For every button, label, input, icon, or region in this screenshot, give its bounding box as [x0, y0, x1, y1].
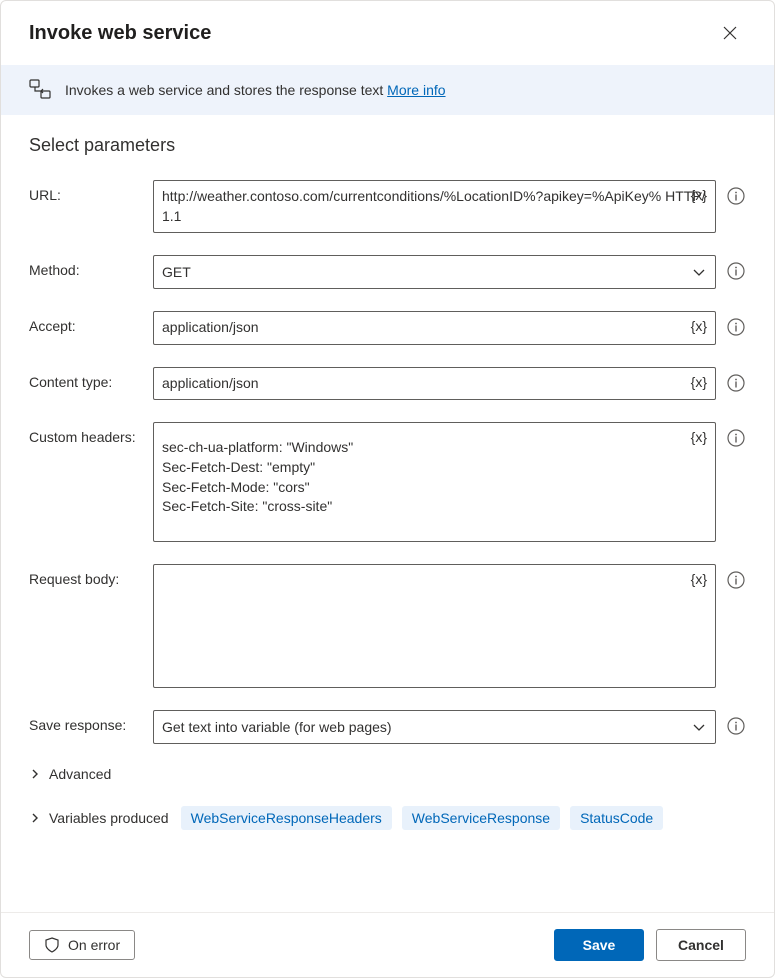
help-icon-accept[interactable]	[726, 317, 746, 337]
info-icon	[727, 429, 745, 447]
save-response-select[interactable]: Get text into variable (for web pages)	[153, 710, 716, 744]
info-text: Invokes a web service and stores the res…	[65, 82, 383, 98]
dialog: Invoke web service Invokes a web service…	[0, 0, 775, 978]
custom-headers-input[interactable]: sec-ch-ua-platform: "Windows" Sec-Fetch-…	[153, 422, 716, 542]
method-select[interactable]: GET	[153, 255, 716, 289]
request-body-value	[154, 566, 715, 686]
help-icon-custom-headers[interactable]	[726, 428, 746, 448]
chip-response-headers[interactable]: WebServiceResponseHeaders	[181, 806, 392, 830]
request-body-input[interactable]: {x}	[153, 564, 716, 688]
variables-produced-label: Variables produced	[49, 810, 169, 826]
label-save-response: Save response:	[29, 710, 153, 733]
chevron-right-icon	[29, 812, 41, 824]
row-save-response: Save response: Get text into variable (f…	[29, 710, 746, 744]
label-accept: Accept:	[29, 311, 153, 334]
help-icon-request-body[interactable]	[726, 570, 746, 590]
info-icon	[727, 571, 745, 589]
save-button[interactable]: Save	[554, 929, 644, 961]
advanced-expander[interactable]: Advanced	[29, 766, 746, 782]
row-method: Method: GET	[29, 255, 746, 289]
help-icon-content-type[interactable]	[726, 373, 746, 393]
custom-headers-value: sec-ch-ua-platform: "Windows" Sec-Fetch-…	[154, 432, 715, 532]
variable-picker-button[interactable]: {x}	[689, 427, 709, 447]
chevron-right-icon	[29, 768, 41, 780]
row-content-type: Content type: application/json {x}	[29, 367, 746, 401]
url-input[interactable]: http://weather.contoso.com/currentcondit…	[153, 180, 716, 233]
info-icon	[727, 262, 745, 280]
info-icon	[727, 318, 745, 336]
content-type-input[interactable]: application/json {x}	[153, 367, 716, 401]
variables-chips: WebServiceResponseHeaders WebServiceResp…	[181, 806, 664, 830]
more-info-link[interactable]: More info	[387, 82, 445, 98]
info-text-container: Invokes a web service and stores the res…	[65, 82, 446, 98]
info-banner: Invokes a web service and stores the res…	[1, 65, 774, 115]
variable-picker-button[interactable]: {x}	[689, 372, 709, 392]
variable-picker-button[interactable]: {x}	[689, 316, 709, 336]
help-icon-save-response[interactable]	[726, 716, 746, 736]
variable-picker-button[interactable]: {x}	[689, 569, 709, 589]
dialog-footer: On error Save Cancel	[1, 912, 774, 977]
label-custom-headers: Custom headers:	[29, 422, 153, 445]
variable-picker-button[interactable]: {x}	[689, 185, 709, 205]
chevron-down-icon	[691, 719, 707, 735]
section-title: Select parameters	[29, 135, 746, 156]
method-value: GET	[162, 264, 691, 280]
help-icon-method[interactable]	[726, 261, 746, 281]
shield-icon	[44, 937, 60, 953]
label-method: Method:	[29, 255, 153, 278]
label-url: URL:	[29, 180, 153, 203]
on-error-button[interactable]: On error	[29, 930, 135, 960]
advanced-label: Advanced	[49, 766, 111, 782]
close-icon	[723, 26, 737, 40]
help-icon-url[interactable]	[726, 186, 746, 206]
info-icon	[727, 717, 745, 735]
row-url: URL: http://weather.contoso.com/currentc…	[29, 180, 746, 233]
close-button[interactable]	[714, 17, 746, 49]
variables-produced-expander[interactable]: Variables produced WebServiceResponseHea…	[29, 806, 746, 830]
chip-response[interactable]: WebServiceResponse	[402, 806, 560, 830]
label-request-body: Request body:	[29, 564, 153, 587]
row-custom-headers: Custom headers: sec-ch-ua-platform: "Win…	[29, 422, 746, 542]
on-error-label: On error	[68, 937, 120, 953]
save-response-value: Get text into variable (for web pages)	[162, 719, 691, 735]
footer-actions: Save Cancel	[554, 929, 746, 961]
info-icon	[727, 187, 745, 205]
row-request-body: Request body: {x}	[29, 564, 746, 688]
accept-input[interactable]: application/json {x}	[153, 311, 716, 345]
chip-status-code[interactable]: StatusCode	[570, 806, 663, 830]
info-icon	[727, 374, 745, 392]
dialog-title: Invoke web service	[29, 22, 211, 45]
dialog-content: Select parameters URL: http://weather.co…	[1, 115, 774, 912]
accept-value: application/json	[154, 312, 715, 344]
web-service-icon	[29, 79, 51, 101]
chevron-down-icon	[691, 264, 707, 280]
url-value: http://weather.contoso.com/currentcondit…	[154, 181, 715, 232]
content-type-value: application/json	[154, 368, 715, 400]
row-accept: Accept: application/json {x}	[29, 311, 746, 345]
cancel-button[interactable]: Cancel	[656, 929, 746, 961]
dialog-header: Invoke web service	[1, 1, 774, 65]
label-content-type: Content type:	[29, 367, 153, 390]
